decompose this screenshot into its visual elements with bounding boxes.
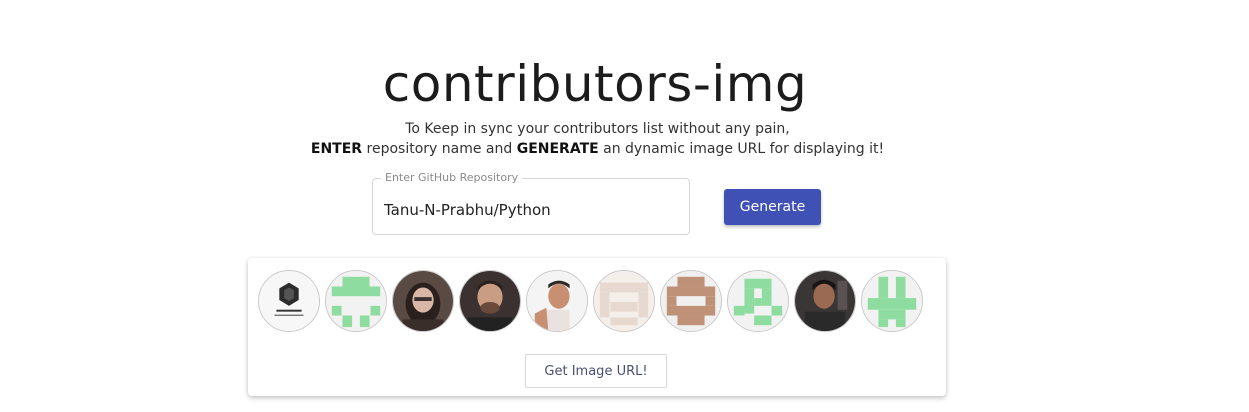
contributor-avatar[interactable] — [258, 270, 320, 332]
photo-avatar-image — [460, 271, 520, 331]
contributor-avatar[interactable] — [325, 270, 387, 332]
repository-field-label: Enter GitHub Repository — [381, 171, 523, 185]
contributor-avatar[interactable] — [459, 270, 521, 332]
description-end: an dynamic image URL for displaying it! — [598, 141, 885, 157]
generate-keyword: GENERATE — [516, 141, 599, 157]
contributor-avatar[interactable] — [660, 270, 722, 332]
description-middle: repository name and — [362, 141, 517, 157]
contributor-avatar[interactable] — [794, 270, 856, 332]
repository-input[interactable] — [384, 201, 674, 219]
identicon-avatar-image — [326, 271, 386, 331]
generate-button[interactable]: Generate — [724, 189, 821, 225]
contributor-avatar[interactable] — [392, 270, 454, 332]
contributor-avatar[interactable] — [593, 270, 655, 332]
contributor-avatar[interactable] — [526, 270, 588, 332]
description-line-1: To Keep in sync your contributors list w… — [405, 121, 790, 137]
identicon-avatar-image — [594, 271, 654, 331]
photo-avatar-image — [393, 271, 453, 331]
photo-avatar-image — [795, 271, 855, 331]
photo-avatar-image — [527, 271, 587, 331]
get-image-url-button[interactable]: Get Image URL! — [525, 354, 667, 388]
repository-field[interactable]: Enter GitHub Repository — [372, 171, 690, 235]
contributors-card: Get Image URL! — [248, 258, 946, 396]
logo-avatar-image — [259, 271, 319, 331]
page-description: To Keep in sync your contributors list w… — [0, 119, 1195, 159]
identicon-avatar-image — [661, 271, 721, 331]
contributor-avatar[interactable] — [727, 270, 789, 332]
contributor-avatar[interactable] — [861, 270, 923, 332]
identicon-avatar-image — [862, 271, 922, 331]
contributors-avatars — [258, 270, 928, 332]
enter-keyword: ENTER — [310, 141, 363, 157]
description-line-2: ENTER repository name and GENERATE an dy… — [0, 139, 1195, 159]
page: contributors-img To Keep in sync your co… — [0, 0, 1249, 412]
identicon-avatar-image — [728, 271, 788, 331]
page-title: contributors-img — [382, 55, 808, 113]
